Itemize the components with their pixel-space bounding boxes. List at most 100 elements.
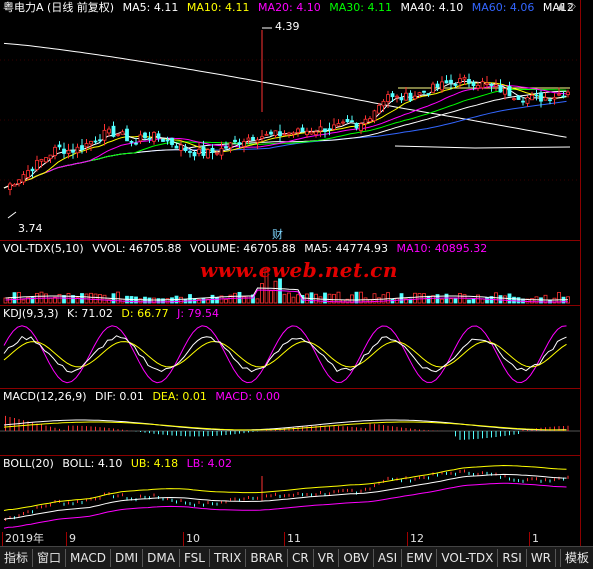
volume-bar bbox=[516, 297, 521, 304]
volume-bar bbox=[269, 290, 273, 304]
high-price-label: 4.39 bbox=[275, 20, 300, 33]
tab-obv[interactable]: OBV bbox=[339, 549, 374, 567]
volume-bar bbox=[102, 294, 107, 304]
tab-wr[interactable]: WR bbox=[527, 549, 557, 567]
boll-panel[interactable]: BOLL(20) BOLL: 4.10 UB: 4.18 LB: 4.02 bbox=[0, 456, 580, 533]
volume-bar bbox=[282, 293, 287, 304]
tab-rsi[interactable]: RSI bbox=[498, 549, 527, 567]
candle-body bbox=[557, 93, 561, 96]
vol-title: VOL-TDX(5,10) bbox=[3, 242, 84, 255]
macd-panel[interactable]: MACD(12,26,9) DIF: 0.01 DEA: 0.01 MACD: … bbox=[0, 389, 580, 456]
candle-body bbox=[404, 92, 408, 101]
candle-body bbox=[413, 95, 417, 100]
candle-body bbox=[350, 120, 354, 123]
tab-fsl[interactable]: FSL bbox=[180, 549, 210, 567]
tab-indicator[interactable]: 指标 bbox=[0, 549, 34, 567]
date-label-dec: 12 bbox=[407, 532, 424, 546]
candle-body bbox=[395, 95, 399, 98]
volume-bar bbox=[21, 299, 26, 304]
price-panel[interactable]: 粤电力A (日线 前复权) MA5: 4.11 MA10: 4.11 MA20:… bbox=[0, 0, 580, 241]
kdj-title: KDJ(9,3,3) bbox=[3, 307, 59, 320]
candle-body bbox=[39, 159, 44, 162]
kdj-k-line bbox=[3, 335, 567, 373]
candle-body bbox=[327, 128, 332, 131]
candle-body bbox=[548, 99, 552, 102]
candle-body bbox=[35, 159, 39, 170]
volume-bar bbox=[440, 298, 444, 304]
candle-body bbox=[264, 133, 269, 136]
candle-body bbox=[381, 100, 386, 107]
ma20-label: MA20: 4.10 bbox=[258, 1, 321, 14]
candle-body bbox=[278, 131, 282, 137]
candle-body bbox=[215, 152, 219, 155]
volume-bar bbox=[498, 295, 503, 304]
macd-title: MACD(12,26,9) bbox=[3, 390, 87, 403]
candle-body bbox=[143, 132, 147, 139]
volume-bar bbox=[62, 295, 66, 304]
boll-lb-label: LB: 4.02 bbox=[186, 457, 232, 470]
volume-bar bbox=[426, 295, 431, 304]
tab-cr[interactable]: CR bbox=[288, 549, 314, 567]
candle-body bbox=[440, 81, 444, 91]
tab-macd[interactable]: MACD bbox=[66, 549, 112, 567]
tab-trix[interactable]: TRIX bbox=[210, 549, 247, 567]
volume-bar bbox=[291, 296, 296, 304]
candle-body bbox=[242, 141, 246, 147]
candle-body bbox=[282, 133, 287, 136]
macd-dif-label: DIF: 0.01 bbox=[95, 390, 144, 403]
tab-template[interactable]: 模板 bbox=[559, 549, 593, 567]
tab-vol-tdx[interactable]: VOL-TDX bbox=[437, 549, 499, 567]
candle-body bbox=[314, 131, 318, 135]
candle-body bbox=[134, 142, 138, 145]
candle-body bbox=[12, 183, 17, 187]
date-label-sep: 9 bbox=[66, 532, 76, 546]
candle-body bbox=[26, 170, 30, 178]
volume-bar bbox=[354, 291, 359, 304]
candle-body bbox=[192, 151, 197, 157]
candle-body bbox=[467, 79, 471, 84]
scroll-up-icon[interactable]: ▲ bbox=[556, 2, 566, 12]
vol-ma5-label: MA5: 44774.93 bbox=[304, 242, 388, 255]
candle-body bbox=[372, 110, 377, 122]
candle-body bbox=[62, 148, 66, 154]
candle-body bbox=[125, 128, 129, 142]
candle-body bbox=[228, 142, 233, 149]
candle-body bbox=[111, 125, 116, 137]
ma20-line bbox=[3, 84, 567, 189]
candle-body bbox=[30, 168, 35, 172]
tab-asi[interactable]: ASI bbox=[374, 549, 403, 567]
candle-body bbox=[354, 122, 359, 129]
volume-bar bbox=[260, 283, 264, 304]
candle-body bbox=[273, 130, 278, 136]
volume-bar bbox=[471, 297, 476, 304]
watermark-text: www.eweb.net.cn bbox=[200, 258, 398, 282]
candle-body bbox=[305, 130, 309, 135]
tab-emv[interactable]: EMV bbox=[402, 549, 438, 567]
tab-dma[interactable]: DMA bbox=[143, 549, 180, 567]
tab-dmi[interactable]: DMI bbox=[111, 549, 144, 567]
scroll-right-icon[interactable]: ◇ bbox=[567, 2, 577, 12]
tab-vr[interactable]: VR bbox=[314, 549, 340, 567]
tab-brar[interactable]: BRAR bbox=[246, 549, 289, 567]
candle-body bbox=[107, 128, 111, 134]
ma5-label: MA5: 4.11 bbox=[122, 1, 179, 14]
candle-body bbox=[516, 95, 521, 100]
tab-window[interactable]: 窗口 bbox=[33, 549, 67, 567]
price-chart[interactable] bbox=[0, 0, 580, 240]
candle-body bbox=[102, 129, 107, 141]
ma40-label: MA40: 4.10 bbox=[400, 1, 464, 14]
kdj-panel[interactable]: KDJ(9,3,3) K: 71.02 D: 66.77 J: 79.54 bbox=[0, 306, 580, 389]
volume-bar bbox=[318, 296, 323, 304]
candle-body bbox=[417, 92, 422, 96]
candle-body bbox=[44, 157, 48, 163]
volume-bar bbox=[89, 292, 93, 304]
candle-body bbox=[147, 137, 152, 140]
candle-body bbox=[89, 140, 93, 145]
finance-marker[interactable]: 财 bbox=[272, 226, 283, 240]
candle-body bbox=[512, 98, 516, 101]
low-marker-line bbox=[7, 211, 17, 219]
candle-body bbox=[188, 151, 192, 153]
candle-body bbox=[449, 79, 453, 84]
candle-body bbox=[543, 97, 548, 101]
volume-bar bbox=[255, 298, 260, 304]
